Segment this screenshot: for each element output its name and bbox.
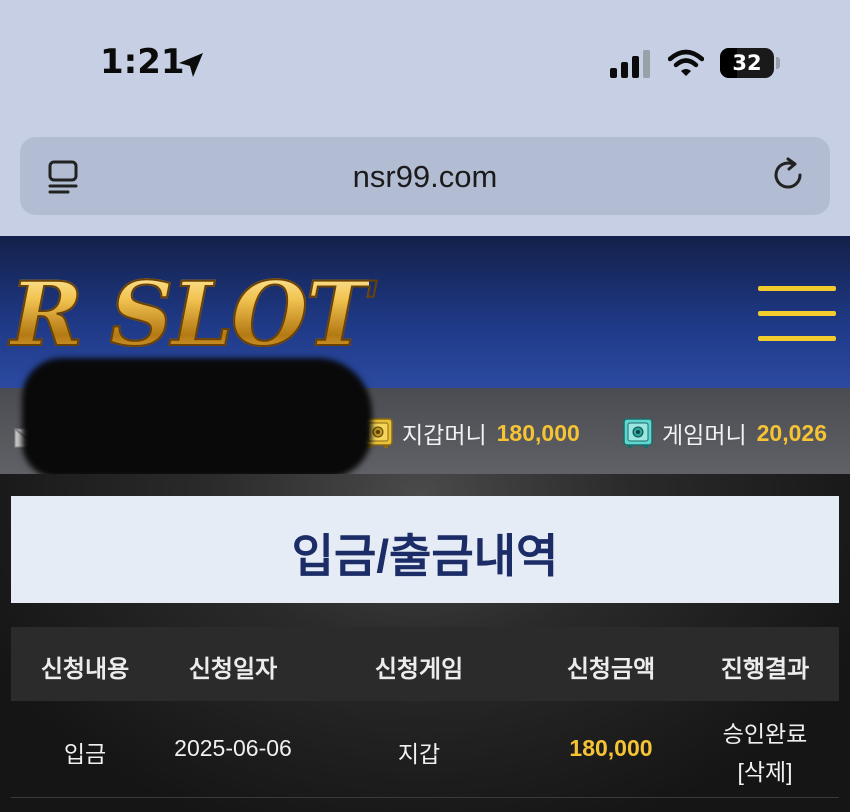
cell-amount: 180,000 xyxy=(569,735,653,761)
status-time: 1:21 xyxy=(100,42,185,82)
game-money-amount: 20,026 xyxy=(756,419,827,446)
cellular-signal-icon xyxy=(610,50,650,78)
battery-indicator: 32 xyxy=(720,48,774,78)
page-title: 입금/출금내역 xyxy=(291,530,559,582)
game-money: 게임머니 20,026 xyxy=(622,416,827,450)
hamburger-menu-icon[interactable] xyxy=(758,286,836,344)
address-bar[interactable]: nsr99.com xyxy=(20,137,830,215)
site-logo[interactable]: R SLOT xyxy=(9,261,372,367)
column-header-date: 신청일자 xyxy=(188,656,278,683)
wallet-money: 지갑머니 180,000 xyxy=(362,416,580,450)
battery-tip xyxy=(776,57,780,69)
column-header-amount: 신청금액 xyxy=(566,656,656,683)
url-text[interactable]: nsr99.com xyxy=(20,159,830,195)
wallet-money-amount: 180,000 xyxy=(496,419,580,446)
cell-game: 지갑 xyxy=(397,741,441,767)
column-header-game: 신청게임 xyxy=(374,656,464,683)
delete-button[interactable]: [삭제] xyxy=(691,753,839,787)
row-divider xyxy=(11,797,839,798)
game-safe-icon xyxy=(623,418,653,448)
reload-icon[interactable] xyxy=(768,155,808,195)
wallet-money-label: 지갑머니 xyxy=(402,422,487,448)
page-title-box: 입금/출금내역 xyxy=(11,496,839,603)
battery-level: 32 xyxy=(732,51,762,75)
cell-type: 입금 xyxy=(63,741,107,767)
status-bar: 1:21 32 xyxy=(0,0,850,130)
cell-date: 2025-06-06 xyxy=(174,735,292,761)
redacted-username xyxy=(22,358,372,478)
wifi-icon xyxy=(668,49,704,76)
location-arrow-icon xyxy=(179,53,203,77)
table-header: 신청내용 신청일자 신청게임 신청금액 진행결과 xyxy=(11,627,839,701)
column-header-type: 신청내용 xyxy=(40,656,130,683)
game-money-label: 게임머니 xyxy=(662,422,747,448)
column-header-status: 진행결과 xyxy=(720,656,810,683)
table-row: 입금 2025-06-06 지갑 180,000 승인완료 [삭제] xyxy=(11,705,839,797)
cell-status: 승인완료 xyxy=(722,721,808,747)
